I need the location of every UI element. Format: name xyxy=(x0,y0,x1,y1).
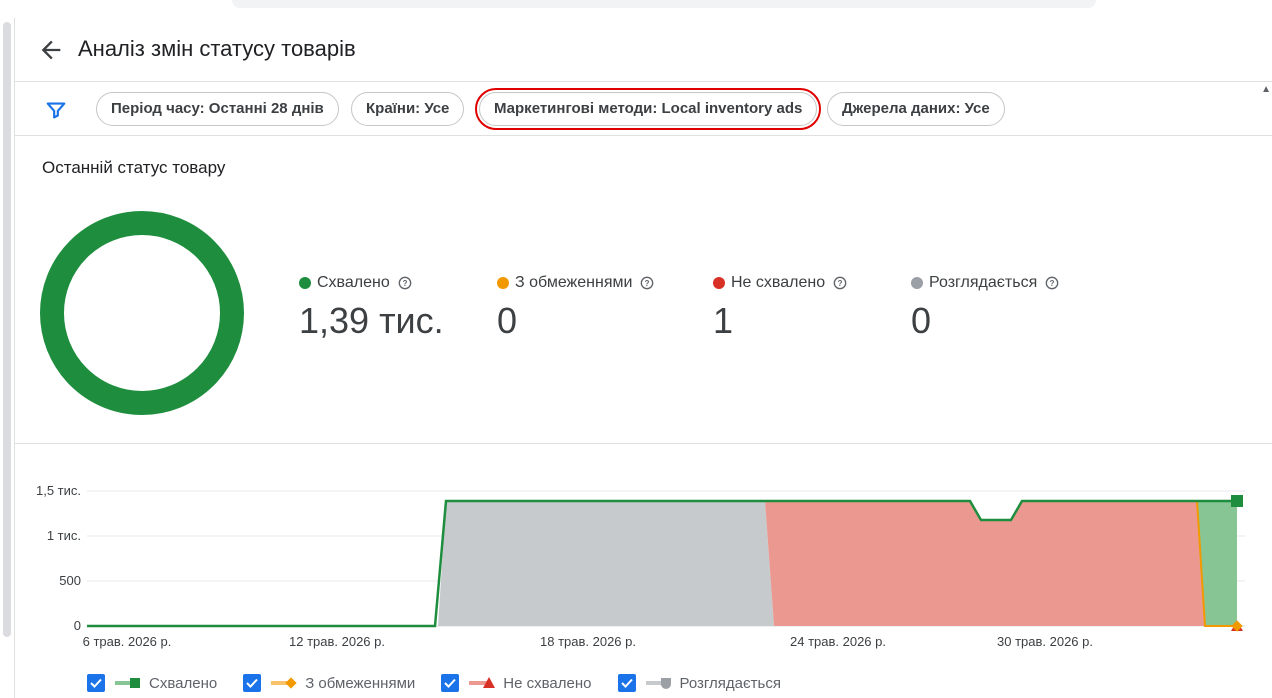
pending-series-icon xyxy=(645,678,671,689)
legend-label: З обмеженнями xyxy=(305,674,416,692)
legend-item-approved[interactable]: Схвалено xyxy=(87,674,217,692)
legend-item-limited[interactable]: З обмеженнями xyxy=(243,674,415,692)
legend-item-disapproved[interactable]: Не схвалено xyxy=(441,674,592,692)
svg-text:?: ? xyxy=(1050,279,1055,288)
chart-legend: Схвалено З обмеженнями Не схвалено Розгл… xyxy=(87,671,807,695)
stat-pending: Розглядається ? 0 xyxy=(911,274,1059,342)
svg-text:?: ? xyxy=(645,279,650,288)
filter-icon[interactable] xyxy=(45,99,67,121)
stat-label: Не схвалено xyxy=(731,274,826,291)
limited-dot-icon xyxy=(497,277,509,289)
browser-top-strip xyxy=(0,0,1272,18)
legend-label: Не схвалено xyxy=(503,674,592,692)
stat-value: 1,39 тис. xyxy=(299,300,444,341)
checkbox-checked-icon[interactable] xyxy=(87,674,105,692)
x-tick-label: 12 трав. 2026 р. xyxy=(289,634,385,649)
section-divider xyxy=(15,443,1272,444)
stat-limited: З обмеженнями ? 0 xyxy=(497,274,654,342)
x-tick-label: 6 трав. 2026 р. xyxy=(83,634,172,649)
filter-chip-marketing-methods[interactable]: Маркетингові методи: Local inventory ads xyxy=(474,88,822,130)
top-bar-shape xyxy=(232,0,1096,8)
pending-dot-icon xyxy=(911,277,923,289)
page-title: Аналіз змін статусу товарів xyxy=(78,36,356,61)
checkbox-checked-icon[interactable] xyxy=(617,674,636,692)
disapproved-dot-icon xyxy=(713,277,725,289)
stat-label: Схвалено xyxy=(317,274,390,291)
approved-end-marker xyxy=(1231,495,1243,507)
y-tick-label: 1 тис. xyxy=(47,528,81,543)
disapproved-series-icon xyxy=(469,677,496,688)
stat-label: Розглядається xyxy=(929,274,1038,291)
y-tick-label: 1,5 тис. xyxy=(36,483,81,498)
filter-chip-period[interactable]: Період часу: Останні 28 днів xyxy=(96,92,339,126)
header: Аналіз змін статусу товарів xyxy=(15,18,1272,82)
x-tick-label: 24 трав. 2026 р. xyxy=(790,634,886,649)
help-icon[interactable]: ? xyxy=(1045,276,1059,290)
status-area-chart: 1,5 тис. 1 тис. 500 0 6 трав. 2026 р. 12… xyxy=(36,483,1245,649)
stat-value: 1 xyxy=(713,300,734,341)
svg-text:?: ? xyxy=(402,279,407,288)
approved-dot-icon xyxy=(299,277,311,289)
back-arrow-icon[interactable] xyxy=(37,36,65,64)
section-title: Останній статус товару xyxy=(42,158,226,177)
filter-chip-countries[interactable]: Країни: Усе xyxy=(351,92,465,126)
stat-approved: Схвалено ? 1,39 тис. xyxy=(299,274,444,342)
stat-value: 0 xyxy=(911,300,932,341)
stat-label: З обмеженнями xyxy=(515,274,633,291)
stat-disapproved: Не схвалено ? 1 xyxy=(713,274,847,342)
checkbox-checked-icon[interactable] xyxy=(441,674,460,692)
x-tick-label: 18 трав. 2026 р. xyxy=(540,634,636,649)
stat-value: 0 xyxy=(497,300,518,341)
y-tick-label: 0 xyxy=(74,618,81,633)
help-icon[interactable]: ? xyxy=(833,276,847,290)
status-donut-chart xyxy=(40,211,244,415)
svg-text:?: ? xyxy=(838,279,843,288)
limited-series-icon xyxy=(271,677,297,689)
y-tick-label: 500 xyxy=(59,573,81,588)
filter-bar: Період часу: Останні 28 днів Країни: Усе… xyxy=(15,82,1272,136)
help-icon[interactable]: ? xyxy=(640,276,654,290)
scroll-up-icon[interactable]: ▲ xyxy=(1261,84,1271,95)
x-tick-label: 30 трав. 2026 р. xyxy=(997,634,1093,649)
left-scrollbar[interactable] xyxy=(3,22,11,637)
checkbox-checked-icon[interactable] xyxy=(243,674,262,692)
filter-chip-data-sources[interactable]: Джерела даних: Усе xyxy=(827,92,1005,126)
help-icon[interactable]: ? xyxy=(398,276,412,290)
pending-area xyxy=(438,501,774,626)
legend-label: Розглядається xyxy=(679,674,781,692)
legend-item-pending[interactable]: Розглядається xyxy=(617,674,781,692)
legend-label: Схвалено xyxy=(149,674,218,692)
status-analysis-panel: Аналіз змін статусу товарів Період часу:… xyxy=(14,18,1272,698)
approved-series-icon xyxy=(115,678,140,688)
